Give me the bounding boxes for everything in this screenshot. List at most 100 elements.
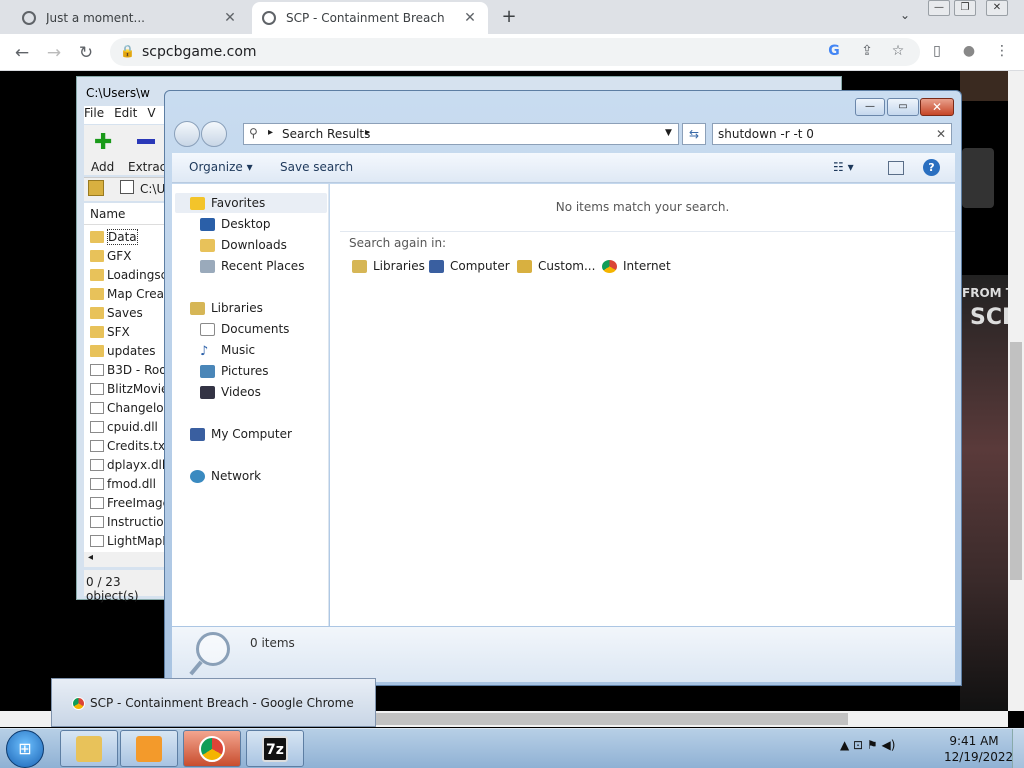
close-button[interactable]: ✕ — [920, 98, 954, 116]
minimize-button[interactable]: — — [855, 98, 885, 116]
clock[interactable]: 9:41 AM 12/19/2022 — [944, 733, 1013, 765]
forward-button[interactable] — [201, 121, 227, 147]
breadcrumb-arrow[interactable]: ▸ — [365, 127, 370, 138]
file-icon — [90, 420, 104, 433]
nav-documents[interactable]: Documents — [200, 319, 289, 339]
file-icon — [90, 458, 104, 471]
7zip-address[interactable]: C:\U — [140, 182, 165, 196]
search-again-custom[interactable]: Custom... — [517, 259, 595, 273]
table-row[interactable]: GFX — [90, 246, 174, 265]
taskbar-media-player[interactable] — [120, 730, 178, 767]
new-tab-button[interactable]: + — [498, 6, 520, 28]
lock-icon[interactable]: 🔒 — [120, 44, 135, 58]
table-row[interactable]: SFX — [90, 322, 174, 341]
share-icon[interactable]: ⇪ — [858, 43, 876, 59]
7zip-hscroll[interactable]: ◂ — [84, 552, 174, 567]
close-window-button[interactable]: ✕ — [986, 0, 1008, 16]
nav-videos[interactable]: Videos — [200, 382, 261, 402]
restore-button[interactable]: ❐ — [954, 0, 976, 16]
search-value[interactable]: shutdown -r -t 0 — [718, 127, 814, 141]
nav-pictures[interactable]: Pictures — [200, 361, 269, 381]
organize-button[interactable]: Organize ▾ — [189, 160, 253, 174]
back-button[interactable] — [174, 121, 200, 147]
breadcrumb-arrow[interactable]: ▸ — [268, 127, 273, 138]
nav-libraries[interactable]: Libraries — [190, 298, 263, 318]
close-tab-icon[interactable]: ✕ — [462, 10, 478, 26]
start-button[interactable]: ⊞ — [6, 730, 44, 768]
add-icon[interactable]: ✚ — [94, 130, 112, 155]
nav-network[interactable]: Network — [190, 466, 261, 486]
forward-button[interactable]: → — [42, 41, 66, 65]
table-row[interactable]: cpuid.dll — [90, 417, 174, 436]
table-row[interactable]: B3D - Roor — [90, 360, 174, 379]
up-folder-icon[interactable] — [88, 180, 104, 196]
table-row[interactable]: fmod.dll — [90, 474, 174, 493]
column-header-name[interactable]: Name — [84, 203, 174, 225]
star-icon — [190, 196, 205, 210]
extract-icon[interactable] — [137, 139, 155, 144]
file-icon — [90, 382, 104, 395]
url-text[interactable]: scpcbgame.com — [142, 44, 257, 60]
profile-icon[interactable]: ● — [960, 43, 978, 59]
search-again-computer[interactable]: Computer — [429, 259, 510, 273]
system-tray-icons[interactable]: ▲ ⊡ ⚑ ◀) — [840, 738, 895, 752]
save-search-button[interactable]: Save search — [280, 160, 353, 174]
menu-edit[interactable]: Edit — [114, 106, 137, 120]
table-row[interactable]: updates — [90, 341, 174, 360]
nav-my-computer[interactable]: My Computer — [190, 424, 292, 444]
table-row[interactable]: Data — [90, 227, 174, 246]
table-row[interactable]: BlitzMovie — [90, 379, 174, 398]
nav-downloads[interactable]: Downloads — [200, 235, 287, 255]
table-row[interactable]: Loadingscr — [90, 265, 174, 284]
add-button[interactable]: Add — [91, 160, 114, 174]
reload-button[interactable]: ↻ — [74, 41, 98, 65]
vertical-scroll-thumb[interactable] — [1010, 342, 1022, 580]
maximize-button[interactable]: ▭ — [887, 98, 919, 116]
close-tab-icon[interactable]: ✕ — [222, 10, 238, 26]
google-lens-icon[interactable]: G — [825, 43, 843, 59]
help-icon[interactable]: ? — [923, 159, 940, 176]
breadcrumb-search-results[interactable]: Search Results — [282, 127, 370, 141]
nav-recent-places[interactable]: Recent Places — [200, 256, 304, 276]
nav-music[interactable]: ♪ Music — [200, 340, 255, 360]
table-row[interactable]: Instruction — [90, 512, 174, 531]
table-row[interactable]: LightMapF — [90, 531, 174, 550]
horizontal-scroll-thumb[interactable] — [370, 713, 848, 725]
tab-scp[interactable]: SCP - Containment Breach ✕ — [252, 2, 488, 34]
nav-favorites[interactable]: Favorites — [190, 193, 265, 213]
clear-search-icon[interactable]: ✕ — [936, 127, 946, 141]
taskbar-chrome[interactable] — [183, 730, 241, 767]
downloads-folder-icon — [200, 238, 215, 252]
taskbar-7zip[interactable]: 7z — [246, 730, 304, 767]
minimize-button[interactable]: — — [928, 0, 950, 16]
tab-just-a-moment[interactable]: Just a moment... ✕ — [12, 2, 248, 34]
table-row[interactable]: Changelog — [90, 398, 174, 417]
side-panel-icon[interactable]: ▯ — [928, 43, 946, 59]
menu-view[interactable]: V — [147, 106, 155, 120]
tab-title: Just a moment... — [46, 11, 145, 25]
table-row[interactable]: Credits.txt — [90, 436, 174, 455]
search-again-label: Search again in: — [349, 236, 447, 250]
address-dropdown-icon[interactable]: ▼ — [665, 128, 672, 138]
tab-search-button[interactable]: ⌄ — [896, 8, 914, 26]
table-row[interactable]: Saves — [90, 303, 174, 322]
table-row[interactable]: dplayx.dll — [90, 455, 174, 474]
views-button[interactable]: ☷ ▾ — [833, 160, 854, 174]
refresh-button[interactable]: ⇆ — [682, 123, 706, 145]
table-row[interactable]: Map Creat — [90, 284, 174, 303]
search-again-libraries[interactable]: Libraries — [352, 259, 425, 273]
file-icon — [90, 439, 104, 452]
taskbar-explorer[interactable] — [60, 730, 118, 767]
table-row[interactable]: FreeImage — [90, 493, 174, 512]
show-desktop-button[interactable] — [1012, 729, 1024, 768]
menu-file[interactable]: File — [84, 106, 104, 120]
libraries-icon — [352, 259, 367, 273]
preview-pane-button[interactable] — [888, 161, 904, 175]
tooltip-title[interactable]: SCP - Containment Breach - Google Chrome — [90, 696, 354, 710]
bookmark-star-icon[interactable]: ☆ — [889, 43, 907, 59]
search-again-internet[interactable]: Internet — [602, 259, 671, 273]
back-button[interactable]: ← — [10, 41, 34, 65]
menu-icon[interactable]: ⋮ — [993, 43, 1011, 59]
nav-desktop[interactable]: Desktop — [200, 214, 271, 234]
promo-button[interactable] — [962, 148, 994, 208]
